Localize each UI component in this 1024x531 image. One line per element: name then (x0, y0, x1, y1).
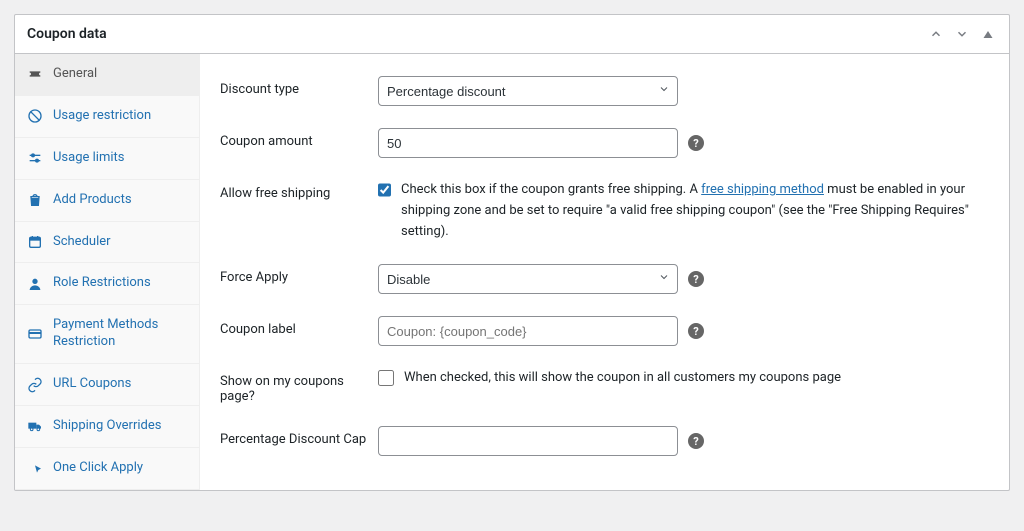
tab-label: Usage restriction (53, 108, 151, 125)
click-icon (27, 460, 43, 476)
coupon-amount-input[interactable] (378, 128, 678, 158)
tab-payment-methods[interactable]: Payment Methods Restriction (15, 305, 199, 364)
tab-url-coupons[interactable]: URL Coupons (15, 364, 199, 406)
tab-label: Scheduler (53, 234, 111, 251)
free-shipping-link[interactable]: free shipping method (701, 182, 824, 197)
truck-icon (27, 418, 43, 434)
label-coupon-amount: Coupon amount (220, 128, 378, 149)
tab-add-products[interactable]: Add Products (15, 180, 199, 222)
ticket-icon (27, 66, 43, 82)
row-allow-free-shipping: Allow free shipping Check this box if th… (220, 168, 989, 252)
force-apply-select[interactable]: Disable (378, 264, 678, 294)
tab-label: URL Coupons (53, 376, 131, 393)
ban-icon (27, 108, 43, 124)
discount-type-select[interactable]: Percentage discount (378, 76, 678, 106)
tab-shipping-overrides[interactable]: Shipping Overrides (15, 406, 199, 448)
row-force-apply: Force Apply Disable ? (220, 252, 989, 304)
collapse-icon[interactable] (979, 25, 997, 43)
card-icon (27, 326, 43, 342)
label-percentage-cap: Percentage Discount Cap (220, 426, 378, 447)
free-shipping-description: Check this box if the coupon grants free… (401, 180, 989, 242)
free-shipping-checkbox[interactable] (378, 182, 391, 198)
tab-role-restrictions[interactable]: Role Restrictions (15, 263, 199, 305)
coupon-label-input[interactable] (378, 316, 678, 346)
row-show-my-coupons: Show on my coupons page? When checked, t… (220, 356, 989, 414)
row-coupon-label: Coupon label ? (220, 304, 989, 356)
tab-general[interactable]: General (15, 54, 199, 96)
help-icon[interactable]: ? (688, 433, 704, 449)
calendar-icon (27, 234, 43, 250)
label-force-apply: Force Apply (220, 264, 378, 285)
tab-usage-restriction[interactable]: Usage restriction (15, 96, 199, 138)
tab-content-general: Discount type Percentage discount Coupon… (200, 54, 1009, 490)
row-discount-type: Discount type Percentage discount (220, 64, 989, 116)
sliders-icon (27, 150, 43, 166)
tab-label: Add Products (53, 192, 132, 209)
tab-label: Payment Methods Restriction (53, 317, 187, 351)
tab-label: Role Restrictions (53, 275, 151, 292)
percentage-cap-input[interactable] (378, 426, 678, 456)
tab-usage-limits[interactable]: Usage limits (15, 138, 199, 180)
tab-label: Shipping Overrides (53, 418, 161, 435)
move-up-icon[interactable] (927, 25, 945, 43)
bag-icon (27, 192, 43, 208)
label-free-shipping: Allow free shipping (220, 180, 378, 201)
panel-header: Coupon data (15, 15, 1009, 54)
panel-controls (927, 25, 997, 43)
tab-label: One Click Apply (53, 460, 143, 477)
row-coupon-amount: Coupon amount ? (220, 116, 989, 168)
help-icon[interactable]: ? (688, 323, 704, 339)
help-icon[interactable]: ? (688, 135, 704, 151)
label-discount-type: Discount type (220, 76, 378, 97)
label-show-my-coupons: Show on my coupons page? (220, 368, 378, 404)
tab-label: Usage limits (53, 150, 124, 167)
tab-one-click-apply[interactable]: One Click Apply (15, 448, 199, 490)
link-icon (27, 377, 43, 393)
user-icon (27, 276, 43, 292)
panel-title: Coupon data (27, 26, 107, 42)
coupon-data-panel: Coupon data General Usage restriction Us… (14, 14, 1010, 491)
move-down-icon[interactable] (953, 25, 971, 43)
help-icon[interactable]: ? (688, 271, 704, 287)
tab-scheduler[interactable]: Scheduler (15, 222, 199, 264)
panel-body: General Usage restriction Usage limits A… (15, 54, 1009, 490)
label-coupon-label: Coupon label (220, 316, 378, 337)
sidebar-tabs: General Usage restriction Usage limits A… (15, 54, 200, 490)
row-percentage-cap: Percentage Discount Cap ? (220, 414, 989, 466)
show-my-coupons-checkbox[interactable] (378, 370, 394, 386)
tab-label: General (53, 66, 97, 83)
show-my-coupons-description: When checked, this will show the coupon … (404, 368, 841, 389)
